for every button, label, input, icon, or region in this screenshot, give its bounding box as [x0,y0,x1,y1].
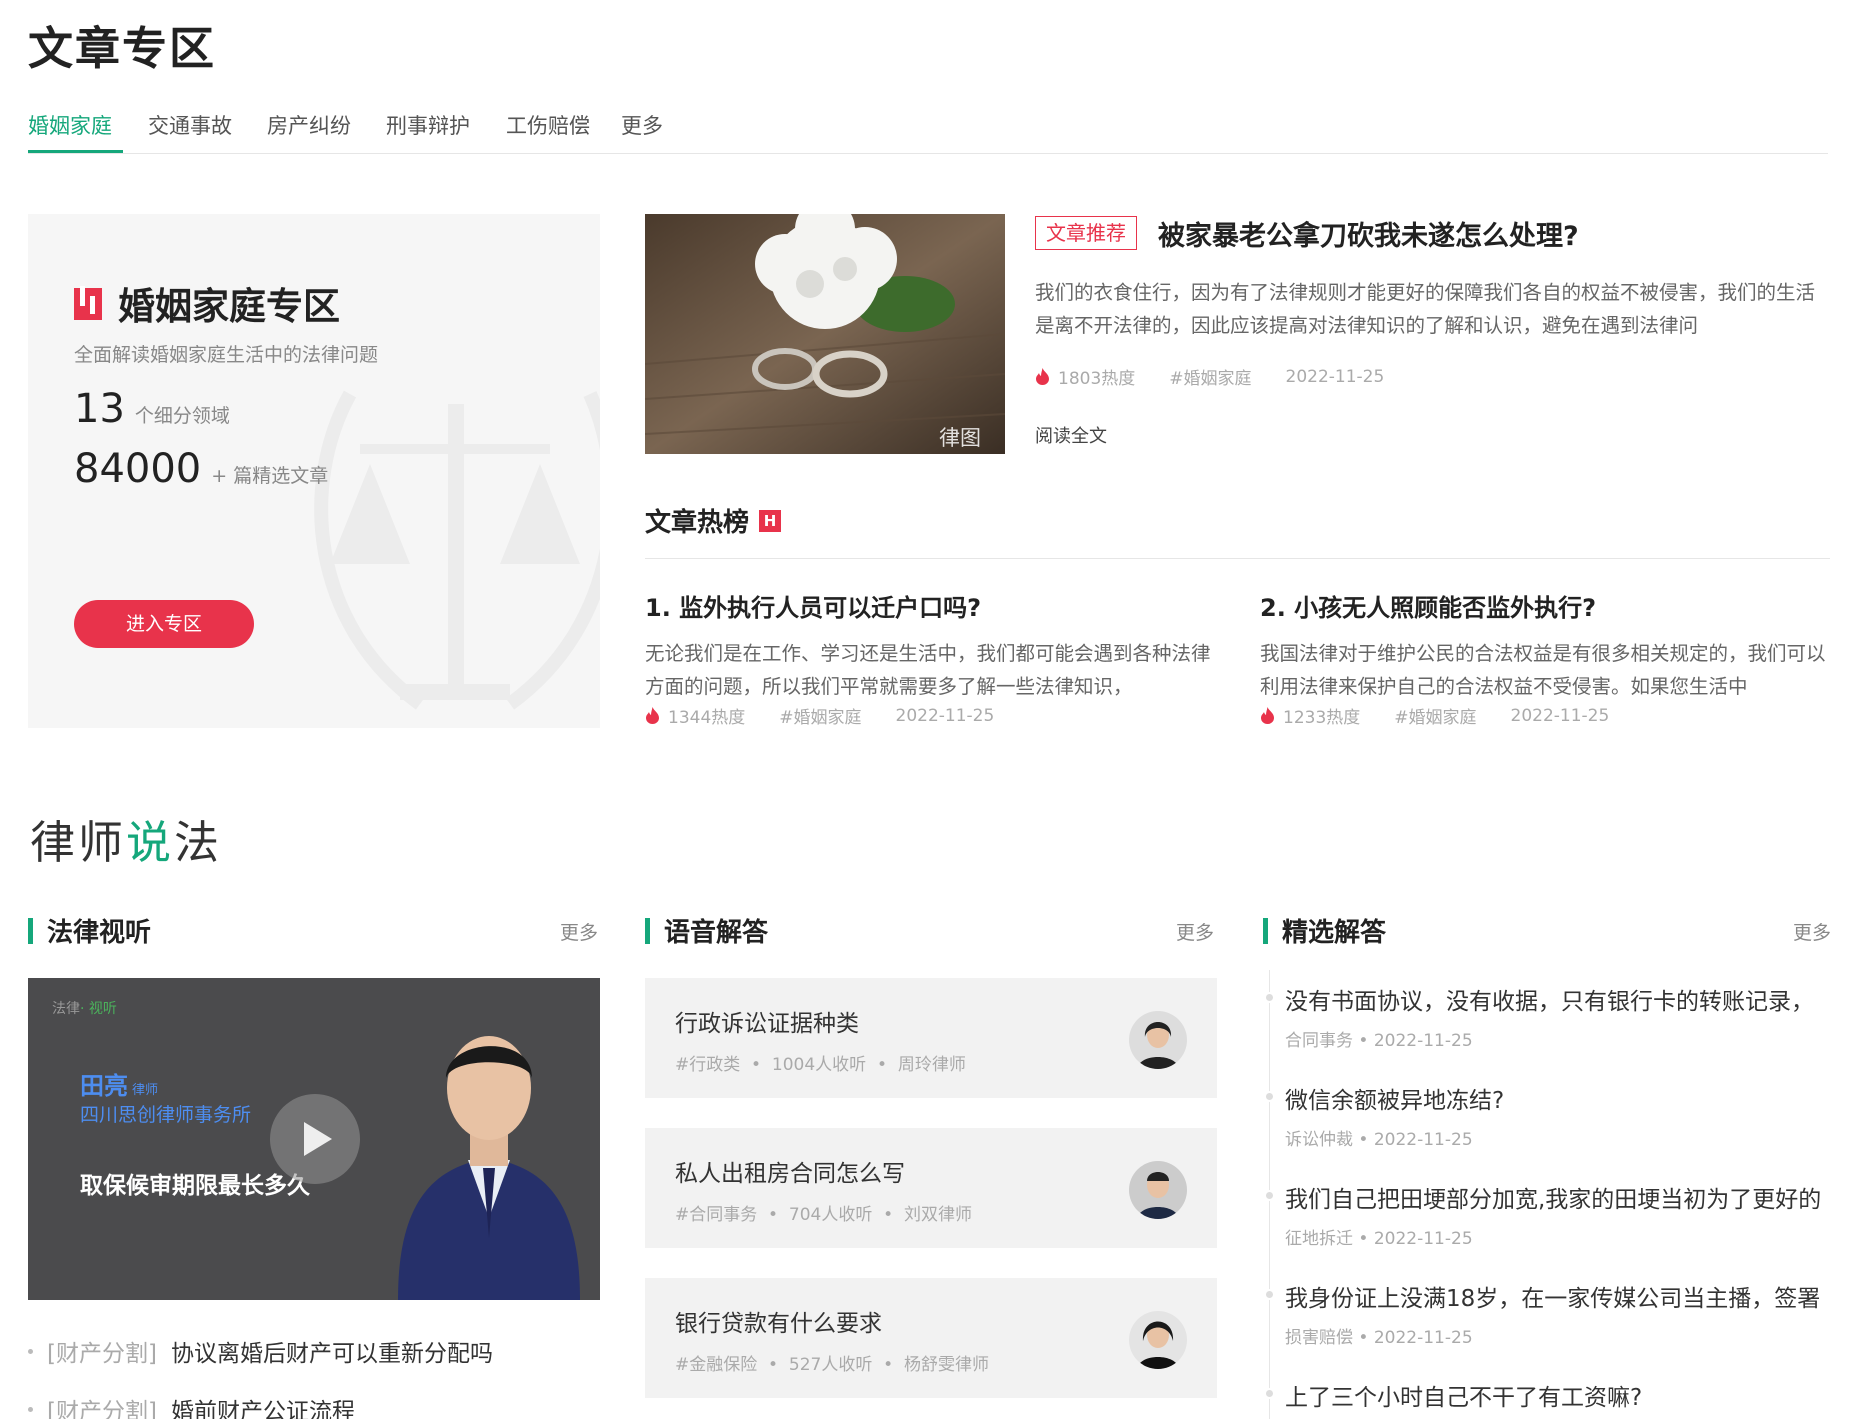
scales-watermark-icon [314,390,600,710]
list-item[interactable]: 微信余额被异地冻结? 诉讼仲裁 • 2022-11-25 [1263,1081,1833,1150]
col-head-voice: 语音解答 [645,912,768,949]
bookmark-icon [74,286,102,320]
featured-desc: 我们的衣食住行，因为有了法律规则才能更好的保障我们各自的权益不被侵害，我们的生活… [1035,281,1816,337]
featured-meta: 1803热度 #婚姻家庭 2022-11-25 [1035,364,1384,389]
col-head-selected: 精选解答 [1263,912,1386,949]
page-title: 文章专区 [28,22,217,75]
video-player[interactable]: 法律· 视听 田亮 律师 四川思创律师事务所 取保候审期限最长多久 [28,978,600,1300]
zone-subtitle: 全面解读婚姻家庭生活中的法律问题 [74,344,379,366]
list-item[interactable]: [财产分割] 协议离婚后财产可以重新分配吗 [28,1334,493,1368]
hot-badge: H [759,509,782,532]
video-law-firm: 四川思创律师事务所 [80,1104,252,1126]
voice-card[interactable]: 银行贷款有什么要求 #金融保险 • 527人收听 • 杨舒雯律师 [645,1278,1217,1398]
voice-more-link[interactable]: 更多 [1176,918,1214,945]
list-item[interactable]: 没有书面协议，没有收据，只有银行卡的转账记录， 合同事务 • 2022-11-2… [1263,982,1833,1051]
tab-property[interactable]: 房产纠纷 [267,110,351,140]
flame-icon [1036,368,1049,385]
play-button[interactable] [270,1094,360,1184]
selected-more-link[interactable]: 更多 [1793,918,1831,945]
video-question: 取保候审期限最长多久 [80,1173,310,1199]
video-brand: 法律· 视听 [52,1001,117,1017]
list-item[interactable]: [财产分割] 婚前财产公证流程 [28,1392,355,1419]
category-tabs: 婚姻家庭 交通事故 房产纠纷 刑事辩护 工伤赔偿 更多 [28,100,1828,154]
recommend-badge: 文章推荐 [1035,216,1137,250]
hot-item[interactable]: 2. 小孩无人照顾能否监外执行? 我国法律对于维护公民的合法权益是有很多相关规定… [1260,588,1830,728]
list-item[interactable]: 我们自己把田埂部分加宽,我家的田埂当初为了更好的 征地拆迁 • 2022-11-… [1263,1180,1833,1249]
flame-icon [1261,707,1274,724]
lawyer-section-title: 律师说法 [30,816,223,869]
lawyer-avatar [1129,1311,1187,1369]
hot-item[interactable]: 1. 监外执行人员可以迁户口吗? 无论我们是在工作、学习还是生活中，我们都可能会… [645,588,1215,728]
divider [645,558,1830,559]
voice-card[interactable]: 私人出租房合同怎么写 #合同事务 • 704人收听 • 刘双律师 [645,1128,1217,1248]
col-head-video: 法律视听 [28,912,151,949]
tab-more[interactable]: 更多 [621,110,663,140]
video-more-link[interactable]: 更多 [560,918,598,945]
tab-criminal[interactable]: 刑事辩护 [386,110,470,140]
zone-count-articles: 84000 + 篇精选文章 [74,446,329,492]
hot-list-title: 文章热榜 H [645,502,782,539]
lawyer-portrait [398,1036,580,1300]
enter-zone-button[interactable]: 进入专区 [74,600,254,648]
featured-title[interactable]: 被家暴老公拿刀砍我未遂怎么处理? [1158,214,1579,253]
voice-card[interactable]: 行政诉讼证据种类 #行政类 • 1004人收听 • 周玲律师 [645,978,1217,1098]
lawyer-avatar [1129,1011,1187,1069]
lawyer-avatar [1129,1161,1187,1219]
read-more-link[interactable]: 阅读全文 [1035,422,1107,448]
tab-marriage[interactable]: 婚姻家庭 [28,110,112,140]
image-watermark: 律图 [939,426,981,450]
video-lawyer-name: 田亮 律师 [80,1072,159,1100]
selected-answers-list: 没有书面协议，没有收据，只有银行卡的转账记录， 合同事务 • 2022-11-2… [1263,970,1833,1419]
tab-injury[interactable]: 工伤赔偿 [506,110,590,140]
list-item[interactable]: 上了三个小时自己不干了有工资嘛? [1263,1378,1833,1412]
zone-count-areas: 13 个细分领域 [74,386,230,432]
flame-icon [646,707,659,724]
wedding-rings-image [645,214,1005,454]
zone-card: 婚姻家庭专区 全面解读婚姻家庭生活中的法律问题 13 个细分领域 84000 +… [28,214,600,728]
list-item[interactable]: 我身份证上没满18岁，在一家传媒公司当主播，签署 损害赔偿 • 2022-11-… [1263,1279,1833,1348]
featured-image[interactable]: 律图 [645,214,1005,454]
tab-traffic[interactable]: 交通事故 [148,110,232,140]
active-tab-indicator [28,150,123,153]
zone-title: 婚姻家庭专区 [74,276,340,330]
